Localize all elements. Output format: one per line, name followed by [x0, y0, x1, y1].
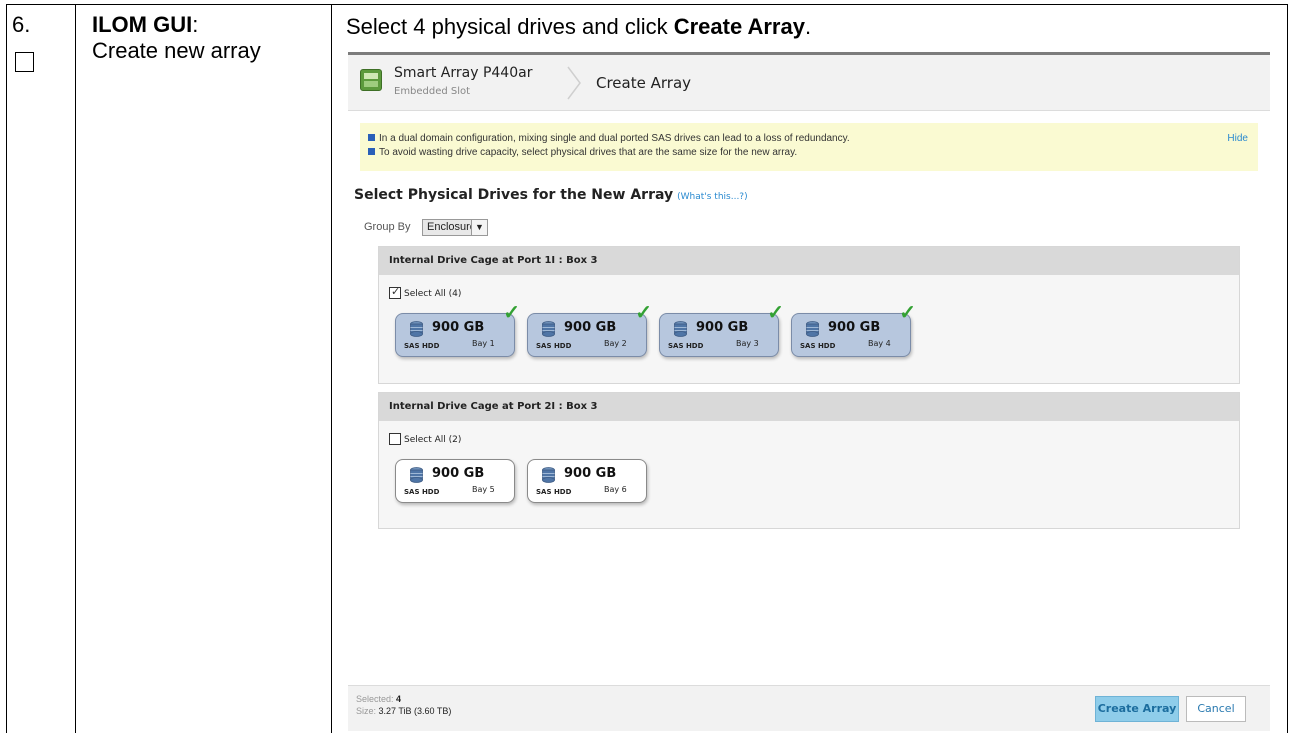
select-all-checkbox[interactable]: Select All (2)	[389, 433, 461, 445]
section-title: Select Physical Drives for the New Array…	[354, 187, 748, 203]
table-column-divider	[331, 4, 332, 733]
disk-icon	[542, 467, 555, 483]
bullet-icon	[368, 148, 375, 155]
selected-value: 4	[396, 694, 402, 704]
checkbox-checked-icon[interactable]	[389, 285, 401, 299]
drive-bay-1[interactable]: 900 GB SAS HDD Bay 1 ✓	[395, 302, 520, 357]
drive-bay-5[interactable]: 900 GB SAS HDD Bay 5	[395, 459, 515, 503]
create-array-screenshot: Smart Array P440ar Embedded Slot Create …	[348, 52, 1270, 731]
dropdown-arrow-icon[interactable]: ▼	[471, 220, 487, 235]
whats-this-link[interactable]: (What's this...?)	[677, 192, 747, 202]
selected-count: Selected: 4	[356, 694, 401, 704]
controller-icon	[360, 69, 382, 91]
drive-type: SAS HDD	[404, 488, 440, 496]
drive-bay-label: Bay 2	[604, 339, 627, 348]
procedure-title: ILOM GUI:	[92, 12, 198, 38]
table-border-top	[6, 4, 1288, 5]
drive-bay-3[interactable]: 900 GB SAS HDD Bay 3 ✓	[659, 302, 784, 357]
step-checkbox[interactable]	[15, 52, 34, 72]
notice-text: In a dual domain configuration, mixing s…	[379, 133, 850, 144]
notice-line: In a dual domain configuration, mixing s…	[368, 133, 850, 144]
drive-type: SAS HDD	[668, 342, 704, 350]
procedure-title-colon: :	[192, 12, 199, 37]
drive-cage-port-1i: Internal Drive Cage at Port 1I : Box 3 S…	[378, 246, 1240, 384]
drive-capacity: 900 GB	[696, 320, 749, 335]
notice-text: To avoid wasting drive capacity, select …	[379, 147, 798, 158]
procedure-subtitle: Create new array	[92, 38, 261, 63]
group-by-select[interactable]: Enclosure ▼	[422, 219, 488, 236]
drive-bay-6[interactable]: 900 GB SAS HDD Bay 6	[527, 459, 647, 503]
checkbox-unchecked-icon[interactable]	[389, 433, 401, 445]
breadcrumb-chevron-icon	[567, 66, 581, 100]
selected-size: Size: 3.27 TiB (3.60 TB)	[356, 706, 451, 716]
drive-type: SAS HDD	[536, 488, 572, 496]
drive-cage-title: Internal Drive Cage at Port 2I : Box 3	[379, 393, 1239, 421]
breadcrumb-current-page: Create Array	[596, 74, 692, 92]
selection-footer: Selected: 4 Size: 3.27 TiB (3.60 TB) Cre…	[348, 685, 1270, 731]
table-border-left	[6, 4, 7, 733]
group-by-label: Group By	[364, 221, 411, 233]
disk-icon	[806, 321, 819, 337]
selected-label: Selected:	[356, 694, 394, 704]
procedure-title-bold: ILOM GUI	[92, 12, 193, 37]
cancel-button[interactable]: Cancel	[1186, 696, 1246, 722]
section-title-text: Select Physical Drives for the New Array	[354, 187, 674, 203]
screen-header: Smart Array P440ar Embedded Slot Create …	[348, 55, 1270, 111]
disk-icon	[674, 321, 687, 337]
drive-cage-title: Internal Drive Cage at Port 1I : Box 3	[379, 247, 1239, 275]
drive-bay-label: Bay 1	[472, 339, 495, 348]
drive-capacity: 900 GB	[828, 320, 881, 335]
disk-icon	[410, 467, 423, 483]
instruction-suffix: .	[804, 14, 812, 39]
notice-line: To avoid wasting drive capacity, select …	[368, 147, 797, 158]
selected-check-icon: ✓	[899, 302, 916, 324]
table-border-right	[1287, 4, 1288, 733]
drive-bay-2[interactable]: 900 GB SAS HDD Bay 2 ✓	[527, 302, 652, 357]
controller-slot: Embedded Slot	[394, 86, 471, 97]
drive-type: SAS HDD	[404, 342, 440, 350]
drive-bay-label: Bay 6	[604, 485, 627, 494]
drive-type: SAS HDD	[800, 342, 836, 350]
hide-notice-link[interactable]: Hide	[1227, 133, 1248, 144]
bullet-icon	[368, 134, 375, 141]
drive-capacity: 900 GB	[564, 320, 617, 335]
step-number: 6.	[12, 12, 31, 37]
instruction-button-ref: Create Array	[673, 14, 805, 39]
drive-cage-port-2i: Internal Drive Cage at Port 2I : Box 3 S…	[378, 392, 1240, 529]
warning-notice: In a dual domain configuration, mixing s…	[360, 123, 1258, 171]
drive-bay-label: Bay 5	[472, 485, 495, 494]
drive-capacity: 900 GB	[432, 466, 485, 481]
size-label: Size:	[356, 706, 377, 716]
drive-type: SAS HDD	[536, 342, 572, 350]
table-column-divider	[75, 4, 76, 733]
selected-check-icon: ✓	[635, 302, 652, 324]
drive-bay-label: Bay 3	[736, 339, 759, 348]
controller-name[interactable]: Smart Array P440ar	[394, 65, 532, 81]
instruction-text: Select 4 physical drives and click Creat…	[346, 14, 811, 40]
disk-icon	[542, 321, 555, 337]
select-all-label: Select All (2)	[404, 435, 462, 445]
drive-bay-label: Bay 4	[868, 339, 891, 348]
select-all-label: Select All (4)	[404, 289, 462, 299]
create-array-button[interactable]: Create Array	[1095, 696, 1179, 722]
disk-icon	[410, 321, 423, 337]
drive-capacity: 900 GB	[432, 320, 485, 335]
group-by-value: Enclosure	[427, 221, 476, 233]
instruction-prefix: Select 4 physical drives and click	[346, 14, 674, 39]
selected-check-icon: ✓	[503, 302, 520, 324]
drive-capacity: 900 GB	[564, 466, 617, 481]
selected-check-icon: ✓	[767, 302, 784, 324]
size-value: 3.27 TiB (3.60 TB)	[378, 706, 452, 716]
drive-bay-4[interactable]: 900 GB SAS HDD Bay 4 ✓	[791, 302, 916, 357]
select-all-checkbox[interactable]: Select All (4)	[389, 285, 462, 299]
